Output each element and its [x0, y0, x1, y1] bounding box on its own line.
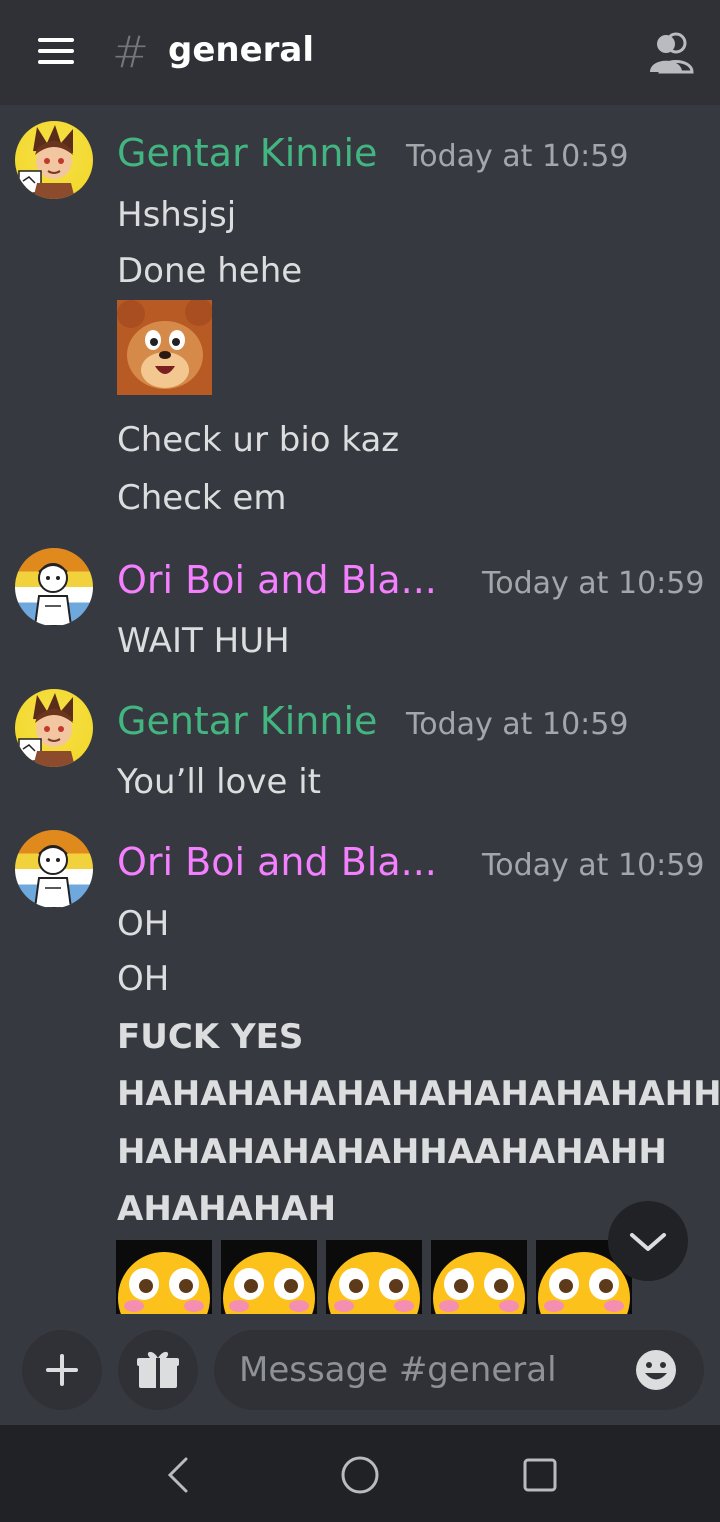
- jerry-face-sticker[interactable]: [117, 300, 212, 395]
- flushed-emoji[interactable]: [221, 1240, 317, 1314]
- avatar[interactable]: [15, 548, 93, 626]
- message-list[interactable]: Gentar Kinnie Today at 10:59 Hshsjsj Don…: [0, 105, 720, 1325]
- author-name[interactable]: Ori Boi and Bla...: [117, 840, 437, 884]
- home-icon[interactable]: [338, 1453, 382, 1497]
- gift-button[interactable]: [118, 1330, 198, 1410]
- system-navigation-bar: [0, 1425, 720, 1522]
- message-text: HAHAHAHAHAHAHAHAHAHAHH: [117, 1074, 720, 1114]
- message-timestamp: Today at 10:59: [482, 566, 705, 601]
- message-composer: [0, 1325, 720, 1425]
- message-text: Done hehe: [117, 251, 303, 291]
- message-timestamp: Today at 10:59: [406, 707, 629, 742]
- message-text: Hshsjsj: [117, 195, 237, 235]
- attach-button[interactable]: [22, 1330, 102, 1410]
- message-timestamp: Today at 10:59: [406, 139, 629, 174]
- avatar[interactable]: [15, 830, 93, 908]
- channel-header: # general: [0, 0, 720, 105]
- message-input[interactable]: [214, 1330, 704, 1410]
- chevron-down-icon: [630, 1233, 666, 1251]
- hash-icon: #: [112, 27, 149, 78]
- flushed-emoji[interactable]: [116, 1240, 212, 1314]
- author-name[interactable]: Ori Boi and Bla...: [117, 558, 437, 602]
- avatar[interactable]: [15, 121, 93, 199]
- channel-title: general: [168, 30, 315, 70]
- message-timestamp: Today at 10:59: [482, 848, 705, 883]
- flushed-emoji[interactable]: [431, 1240, 527, 1314]
- hamburger-menu-icon[interactable]: [38, 38, 74, 64]
- message-text: AHAHAHAH: [117, 1189, 337, 1229]
- message-text: You’ll love it: [117, 762, 321, 802]
- message-text: Check ur bio kaz: [117, 420, 400, 460]
- author-name[interactable]: Gentar Kinnie: [117, 131, 377, 175]
- back-icon[interactable]: [158, 1453, 202, 1497]
- message-text: Check em: [117, 478, 287, 518]
- members-icon[interactable]: [646, 30, 696, 74]
- author-name[interactable]: Gentar Kinnie: [117, 699, 377, 743]
- recents-icon[interactable]: [518, 1453, 562, 1497]
- flushed-emoji[interactable]: [326, 1240, 422, 1314]
- message-text: WAIT HUH: [117, 621, 290, 661]
- message-text: OH: [117, 959, 170, 999]
- message-text: FUCK YES: [117, 1017, 304, 1057]
- gift-icon: [137, 1351, 179, 1388]
- emoji-icon[interactable]: [634, 1348, 678, 1392]
- avatar[interactable]: [15, 689, 93, 767]
- jump-to-bottom-button[interactable]: [608, 1201, 688, 1281]
- plus-icon: [46, 1354, 78, 1386]
- message-text: HAHAHAHAHAHHAAHAHAHH: [117, 1132, 667, 1172]
- message-text: OH: [117, 904, 170, 944]
